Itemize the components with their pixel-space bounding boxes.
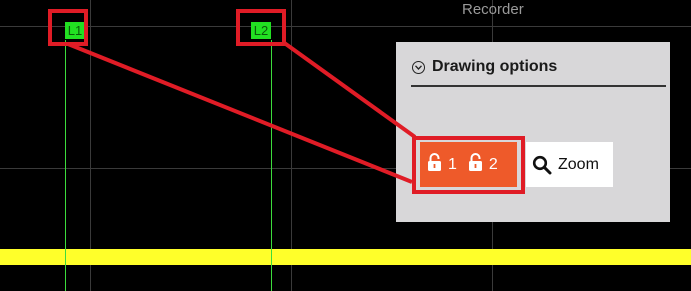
annotation-box-l2 — [236, 9, 286, 46]
drawing-options-header[interactable]: Drawing options — [412, 56, 557, 78]
annotation-box-l1 — [48, 9, 88, 46]
grid-line — [0, 26, 691, 27]
zoom-button[interactable]: Zoom — [526, 142, 613, 187]
signal-trace — [0, 249, 691, 265]
grid-line — [90, 0, 91, 291]
annotation-box-locks — [412, 136, 525, 194]
magnifier-icon — [532, 155, 552, 175]
divider — [411, 85, 666, 87]
drawing-options-panel: Drawing options — [396, 42, 670, 222]
zoom-label: Zoom — [558, 155, 599, 173]
annotation-line-l1 — [67, 42, 413, 184]
drawing-options-title: Drawing options — [432, 58, 558, 75]
cursor-line-l1[interactable] — [65, 40, 66, 291]
app-title: Recorder — [462, 1, 524, 18]
grid-line — [291, 0, 292, 291]
cursor-line-l2[interactable] — [271, 40, 272, 291]
chevron-down-circle-icon — [412, 60, 425, 74]
plot-area[interactable]: Recorder L1 L2 Drawing options 1 2 Zoom — [0, 0, 691, 291]
